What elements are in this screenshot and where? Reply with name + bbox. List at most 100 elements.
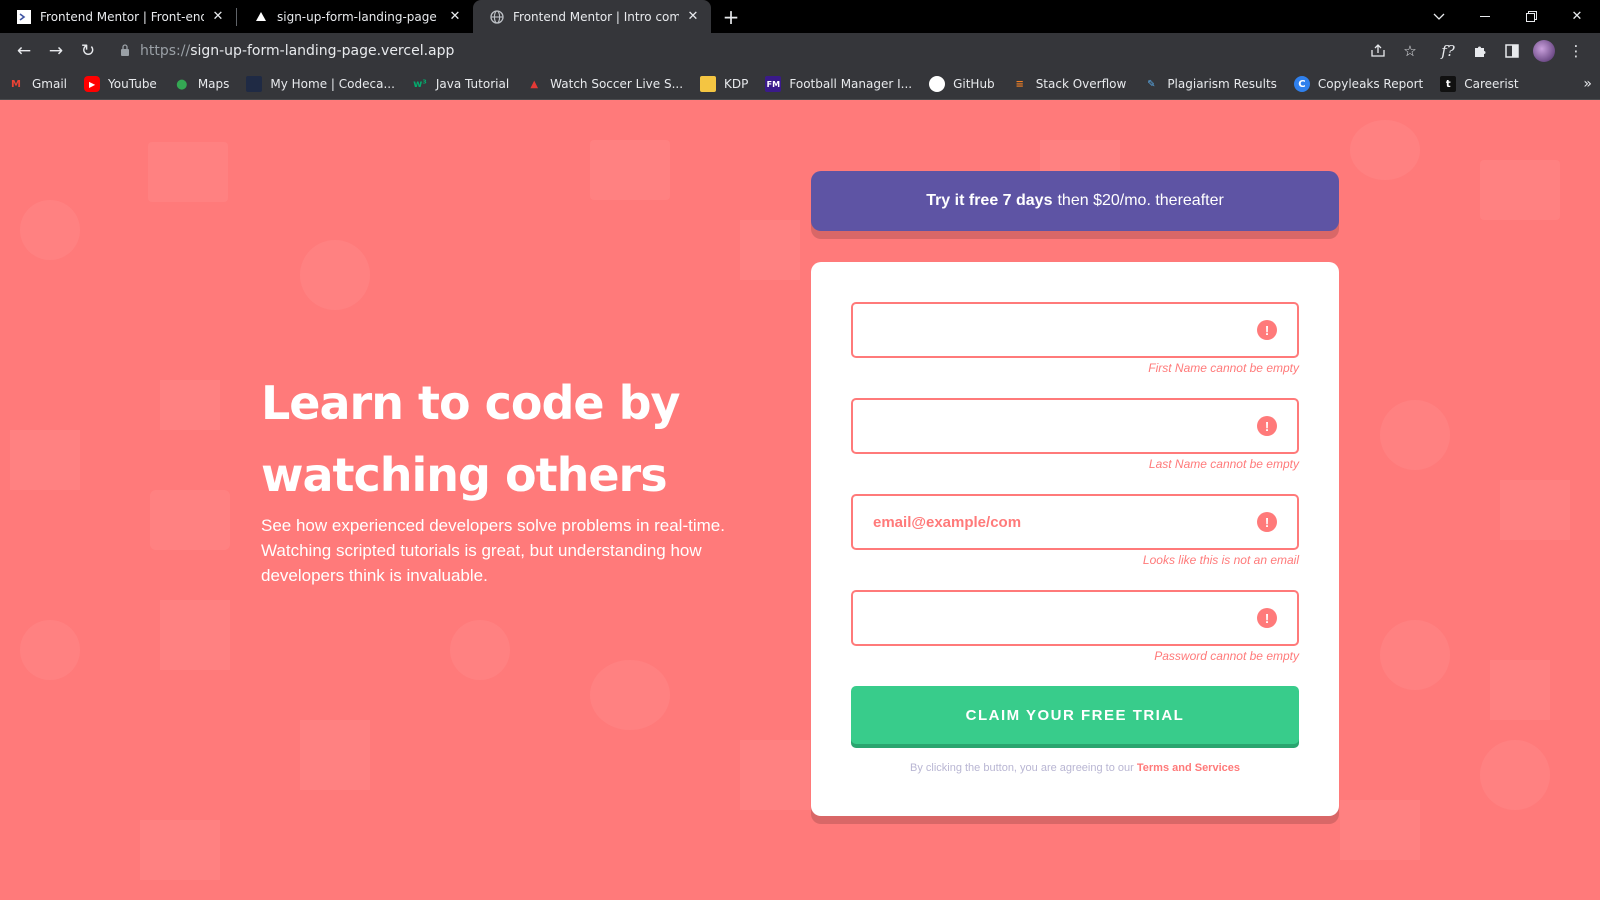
- error-icon: !: [1257, 416, 1277, 436]
- hero-section: Learn to code by watching others See how…: [261, 367, 761, 588]
- kdp-icon: [700, 76, 717, 92]
- bookmark-kdp[interactable]: KDP: [700, 76, 748, 92]
- bookmark-label: My Home | Codeca...: [270, 77, 395, 91]
- more-menu-icon[interactable]: ⋮: [1560, 35, 1592, 67]
- bookmark-label: KDP: [724, 77, 749, 91]
- extensions-puzzle-icon[interactable]: [1464, 35, 1496, 67]
- last-name-error: Last Name cannot be empty: [1148, 457, 1299, 471]
- github-icon: [929, 76, 946, 92]
- bookmark-label: Stack Overflow: [1035, 77, 1127, 91]
- bookmark-maps[interactable]: ● Maps: [174, 76, 230, 92]
- last-name-field[interactable]: !: [851, 398, 1299, 454]
- tab-title: sign-up-form-landing-page – Ov: [277, 9, 441, 24]
- terms-text: By clicking the button, you are agreeing…: [909, 762, 1134, 774]
- error-icon: !: [1257, 512, 1277, 532]
- claim-trial-button[interactable]: CLAIM YOUR FREE TRIAL: [851, 686, 1299, 744]
- bookmark-soccer[interactable]: ▲ Watch Soccer Live S...: [526, 76, 683, 92]
- trial-banner-bold: Try it free 7 days: [926, 192, 1053, 209]
- first-name-field[interactable]: !: [851, 302, 1299, 358]
- careerist-icon: t: [1440, 76, 1457, 92]
- bookmark-label: Watch Soccer Live S...: [550, 77, 684, 91]
- trial-banner: Try it free 7 days then $20/mo. thereaft…: [811, 171, 1339, 231]
- share-icon[interactable]: [1362, 35, 1394, 67]
- bookmark-plagiarism[interactable]: ✎ Plagiarism Results: [1143, 76, 1277, 92]
- bookmark-football-manager[interactable]: FM Football Manager I...: [765, 76, 912, 92]
- email-field[interactable]: email@example/com !: [851, 494, 1299, 550]
- close-icon[interactable]: ✕: [210, 9, 226, 25]
- bookmark-gmail[interactable]: M Gmail: [8, 76, 67, 92]
- bookmark-stack-overflow[interactable]: ≡ Stack Overflow: [1012, 76, 1127, 92]
- signup-form: ! First Name cannot be empty ! Last Name…: [811, 262, 1339, 816]
- fontface-ninja-icon[interactable]: f?: [1432, 35, 1464, 67]
- bookmark-codecademy[interactable]: My Home | Codeca...: [246, 76, 395, 92]
- vercel-triangle-icon: [253, 9, 269, 25]
- window-controls: ✕: [1416, 0, 1600, 33]
- hero-title-line2: watching others: [261, 448, 668, 502]
- bookmark-label: Gmail: [32, 77, 68, 91]
- bookmark-label: Plagiarism Results: [1167, 77, 1277, 91]
- tab-title: Frontend Mentor | Front-end cod: [40, 9, 204, 24]
- terms-link[interactable]: Terms and Services: [1137, 762, 1240, 774]
- avatar: [1533, 40, 1555, 62]
- restore-button[interactable]: [1508, 0, 1554, 33]
- browser-toolbar: ← → ↻ https://sign-up-form-landing-page.…: [0, 33, 1600, 69]
- email-value: email@example/com: [873, 513, 1022, 531]
- tab-frontend-mentor[interactable]: Frontend Mentor | Front-end cod ✕: [0, 0, 236, 33]
- hero-title: Learn to code by watching others: [261, 367, 761, 511]
- bookmarks-bar: M Gmail ▶ YouTube ● Maps My Home | Codeca..…: [0, 69, 1600, 100]
- background-pattern: [0, 100, 1600, 900]
- error-icon: !: [1257, 608, 1277, 628]
- back-arrow-icon[interactable]: ←: [8, 35, 40, 67]
- bookmark-label: Java Tutorial: [435, 77, 510, 91]
- soccer-icon: ▲: [530, 78, 539, 90]
- tab-title: Frontend Mentor | Intro compon: [513, 9, 679, 24]
- bookmark-label: Copyleaks Report: [1317, 77, 1424, 91]
- youtube-icon: ▶: [84, 76, 101, 92]
- url-host: sign-up-form-landing-page.vercel.app: [190, 43, 455, 59]
- tab-strip: Frontend Mentor | Front-end cod ✕ sign-u…: [0, 0, 1600, 33]
- lock-icon: [120, 43, 130, 59]
- gmail-icon: M: [11, 78, 21, 90]
- maps-icon: ●: [176, 76, 188, 92]
- new-tab-button[interactable]: +: [717, 0, 745, 33]
- bookmark-java-tutorial[interactable]: w³ Java Tutorial: [412, 76, 509, 92]
- terms-notice: By clicking the button, you are agreeing…: [851, 762, 1299, 774]
- bookmark-label: Careerist: [1464, 77, 1519, 91]
- bookmark-label: GitHub: [953, 77, 995, 91]
- bookmark-label: Maps: [197, 77, 230, 91]
- bookmark-label: YouTube: [108, 77, 157, 91]
- copyleaks-icon: C: [1293, 76, 1310, 92]
- bookmark-star-icon[interactable]: ☆: [1394, 35, 1426, 67]
- url-scheme: https://: [140, 43, 191, 59]
- tab-intro-component[interactable]: Frontend Mentor | Intro compon ✕: [473, 0, 711, 33]
- reload-icon[interactable]: ↻: [72, 35, 104, 67]
- password-field[interactable]: !: [851, 590, 1299, 646]
- bookmark-github[interactable]: GitHub: [929, 76, 995, 92]
- codecademy-icon: [246, 76, 263, 92]
- address-bar[interactable]: https://sign-up-form-landing-page.vercel…: [108, 37, 1362, 65]
- bookmarks-overflow-icon[interactable]: »: [1583, 76, 1592, 92]
- error-icon: !: [1257, 320, 1277, 340]
- tab-search-icon[interactable]: [1416, 0, 1462, 33]
- bookmark-copyleaks[interactable]: C Copyleaks Report: [1293, 76, 1424, 92]
- page-viewport: Learn to code by watching others See how…: [0, 100, 1600, 900]
- side-panel-icon[interactable]: [1496, 35, 1528, 67]
- fm-icon: FM: [765, 76, 782, 92]
- bookmark-youtube[interactable]: ▶ YouTube: [84, 76, 157, 92]
- first-name-error: First Name cannot be empty: [1148, 361, 1299, 375]
- close-window-button[interactable]: ✕: [1554, 0, 1600, 33]
- frontend-mentor-icon: [16, 9, 32, 25]
- globe-icon: [489, 9, 505, 25]
- minimize-button[interactable]: [1462, 0, 1508, 33]
- close-icon[interactable]: ✕: [447, 9, 463, 25]
- bookmark-careerist[interactable]: t Careerist: [1440, 76, 1519, 92]
- hero-description: See how experienced developers solve pro…: [261, 516, 725, 585]
- plagiarism-icon: ✎: [1147, 78, 1156, 90]
- trial-banner-text: then $20/mo. thereafter: [1057, 192, 1224, 209]
- forward-arrow-icon[interactable]: →: [40, 35, 72, 67]
- stackoverflow-icon: ≡: [1015, 78, 1024, 90]
- tab-vercel-overview[interactable]: sign-up-form-landing-page – Ov ✕: [237, 0, 473, 33]
- profile-avatar[interactable]: [1528, 35, 1560, 67]
- email-error: Looks like this is not an email: [1142, 553, 1299, 567]
- close-icon[interactable]: ✕: [685, 9, 701, 25]
